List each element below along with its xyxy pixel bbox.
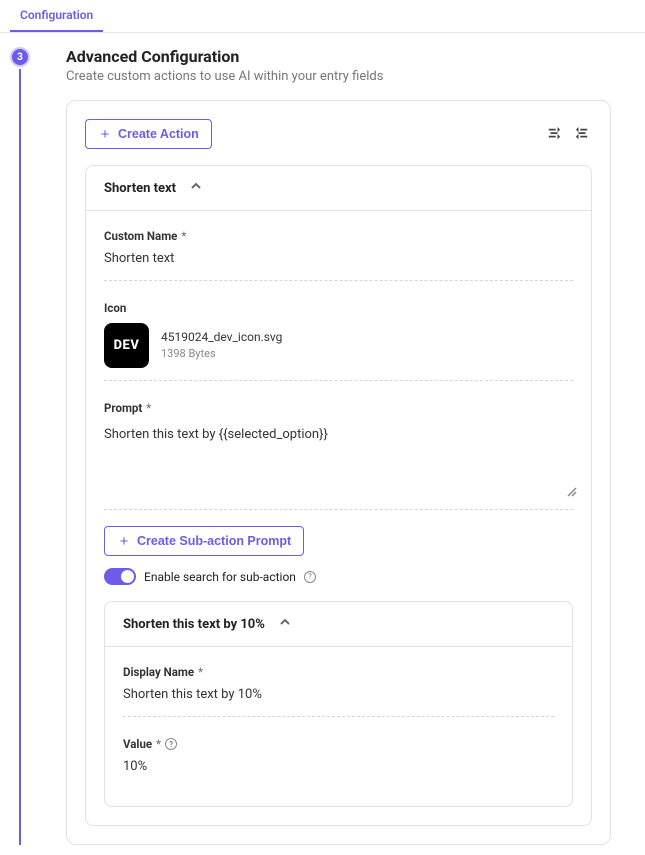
subaction-card: Shorten this text by 10% Display Name* S… (104, 601, 573, 807)
subaction-body: Display Name* Shorten this text by 10% V… (105, 647, 572, 806)
value-label: Value* ? (123, 737, 554, 751)
action-card: Shorten text Custom Name* Shorten text I… (85, 165, 592, 826)
create-action-button[interactable]: + Create Action (85, 119, 212, 149)
field-display-name: Display Name* Shorten this text by 10% (123, 661, 554, 717)
content: 3 Advanced Configuration Create custom a… (0, 33, 645, 855)
custom-name-label: Custom Name* (104, 229, 573, 243)
icon-filename: 4519024_dev_icon.svg (161, 328, 282, 346)
icon-size: 1398 Bytes (161, 346, 282, 363)
action-title: Shorten text (104, 181, 176, 196)
plus-icon: + (98, 127, 112, 141)
section-subtitle: Create custom actions to use AI within y… (66, 69, 611, 84)
action-header[interactable]: Shorten text (86, 166, 591, 211)
field-value: Value* ? 10% (123, 733, 554, 788)
create-action-label: Create Action (118, 127, 199, 141)
icon-meta: 4519024_dev_icon.svg 1398 Bytes (161, 328, 282, 363)
step-line (19, 69, 21, 845)
chevron-up-icon (279, 616, 291, 632)
section-title: Advanced Configuration (66, 47, 611, 66)
expand-all-icon[interactable] (572, 124, 592, 144)
field-prompt: Prompt* Shorten this text by {{selected_… (104, 397, 573, 510)
resize-handle-icon[interactable] (565, 485, 579, 499)
toggle-knob (121, 570, 134, 583)
prompt-value: Shorten this text by {{selected_option}} (104, 427, 573, 442)
dev-icon: DEV (104, 323, 149, 368)
prompt-label: Prompt* (104, 401, 573, 415)
enable-search-toggle[interactable] (104, 568, 136, 585)
toggle-label: Enable search for sub-action (144, 570, 296, 584)
collapse-all-icon[interactable] (544, 124, 564, 144)
config-card: + Create Action Shorten text (66, 100, 611, 845)
subaction-header[interactable]: Shorten this text by 10% (105, 602, 572, 647)
toggle-row: Enable search for sub-action ? (104, 568, 573, 585)
tab-configuration[interactable]: Configuration (10, 0, 103, 32)
icon-buttons (544, 124, 592, 144)
field-custom-name: Custom Name* Shorten text (104, 225, 573, 281)
tab-bar: Configuration (0, 0, 645, 33)
icon-label: Icon (104, 301, 573, 315)
help-icon[interactable]: ? (165, 738, 177, 750)
subaction-title: Shorten this text by 10% (123, 617, 265, 632)
icon-preview[interactable]: DEV 4519024_dev_icon.svg 1398 Bytes (104, 323, 573, 368)
main-column: Advanced Configuration Create custom act… (40, 47, 635, 845)
value-value[interactable]: 10% (123, 757, 554, 776)
display-name-value[interactable]: Shorten this text by 10% (123, 685, 554, 704)
card-header: + Create Action (85, 119, 592, 149)
step-badge: 3 (10, 47, 30, 67)
chevron-up-icon (190, 180, 202, 196)
custom-name-value[interactable]: Shorten text (104, 249, 573, 268)
prompt-area[interactable]: Shorten this text by {{selected_option}} (104, 427, 573, 497)
action-body: Custom Name* Shorten text Icon DEV 45190… (86, 211, 591, 825)
display-name-label: Display Name* (123, 665, 554, 679)
step-column: 3 (0, 47, 40, 845)
create-subaction-button[interactable]: + Create Sub-action Prompt (104, 526, 304, 556)
help-icon[interactable]: ? (304, 571, 316, 583)
field-icon: Icon DEV 4519024_dev_icon.svg 1398 Bytes (104, 297, 573, 381)
create-subaction-label: Create Sub-action Prompt (137, 534, 291, 548)
plus-icon: + (117, 534, 131, 548)
